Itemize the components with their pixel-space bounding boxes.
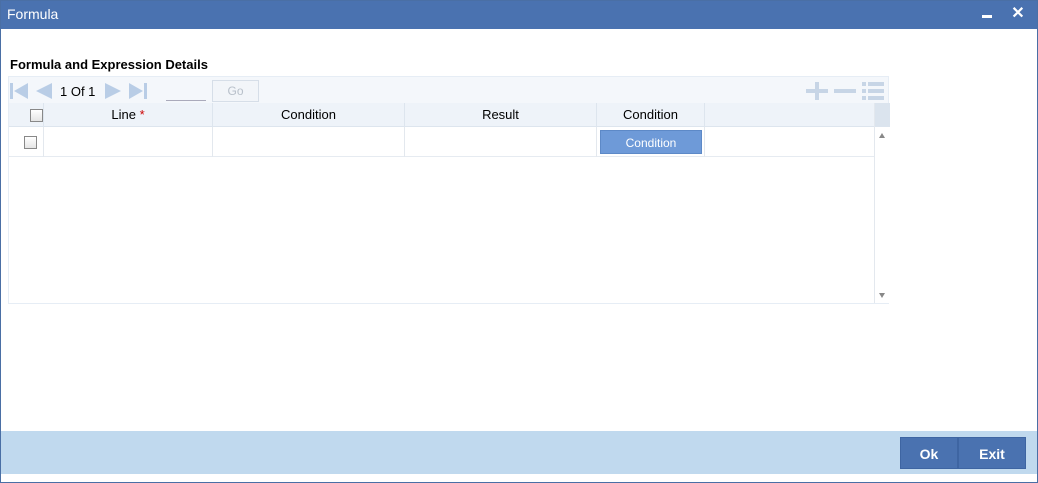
close-icon: ✕ [1011,5,1025,22]
minimize-icon [982,15,992,18]
column-header-line-label: Line [111,107,136,122]
select-all-checkbox[interactable] [30,109,43,122]
table-header: Line * Condition Result Condition [9,103,874,127]
vertical-scrollbar[interactable] [874,103,890,303]
window-title: Formula [7,6,59,22]
column-header-result[interactable]: Result [405,103,597,127]
previous-page-icon[interactable] [34,82,54,100]
single-view-icon[interactable] [861,81,885,101]
footer-bar: Ok Exit [1,431,1037,474]
last-page-icon[interactable] [128,82,148,100]
scroll-up-icon[interactable] [878,132,886,140]
scroll-down-icon[interactable] [878,291,886,299]
column-header-line[interactable]: Line * [44,103,213,127]
section-title: Formula and Expression Details [10,57,208,72]
table-row: Condition [9,127,874,157]
page-number-input[interactable] [166,83,206,101]
page-indicator: 1 Of 1 [60,84,96,99]
column-header-condition[interactable]: Condition [213,103,405,127]
first-page-icon[interactable] [9,82,29,100]
required-marker: * [139,107,145,122]
scrollbar-header [875,103,890,127]
go-button[interactable]: Go [212,80,259,102]
condition-button[interactable]: Condition [600,130,702,154]
formula-grid: 1 Of 1 Go Line * Condition Result Condit… [8,76,890,304]
formula-window: Formula ✕ Formula and Expression Details… [0,0,1038,483]
ok-button[interactable]: Ok [900,437,958,469]
exit-button[interactable]: Exit [958,437,1026,469]
grid-toolbar: 1 Of 1 Go [9,77,888,103]
next-page-icon[interactable] [103,82,123,100]
line-cell[interactable] [44,127,213,157]
result-cell[interactable] [405,127,597,157]
column-header-condition-action[interactable]: Condition [597,103,705,127]
title-bar: Formula ✕ [1,1,1037,29]
add-row-icon[interactable] [805,81,829,101]
delete-row-icon[interactable] [833,81,857,101]
close-button[interactable]: ✕ [1008,3,1028,25]
minimize-button[interactable] [977,3,997,25]
row-checkbox[interactable] [24,136,37,149]
row-select-cell [9,127,44,157]
condition-cell[interactable] [213,127,405,157]
select-all-cell [9,103,44,127]
